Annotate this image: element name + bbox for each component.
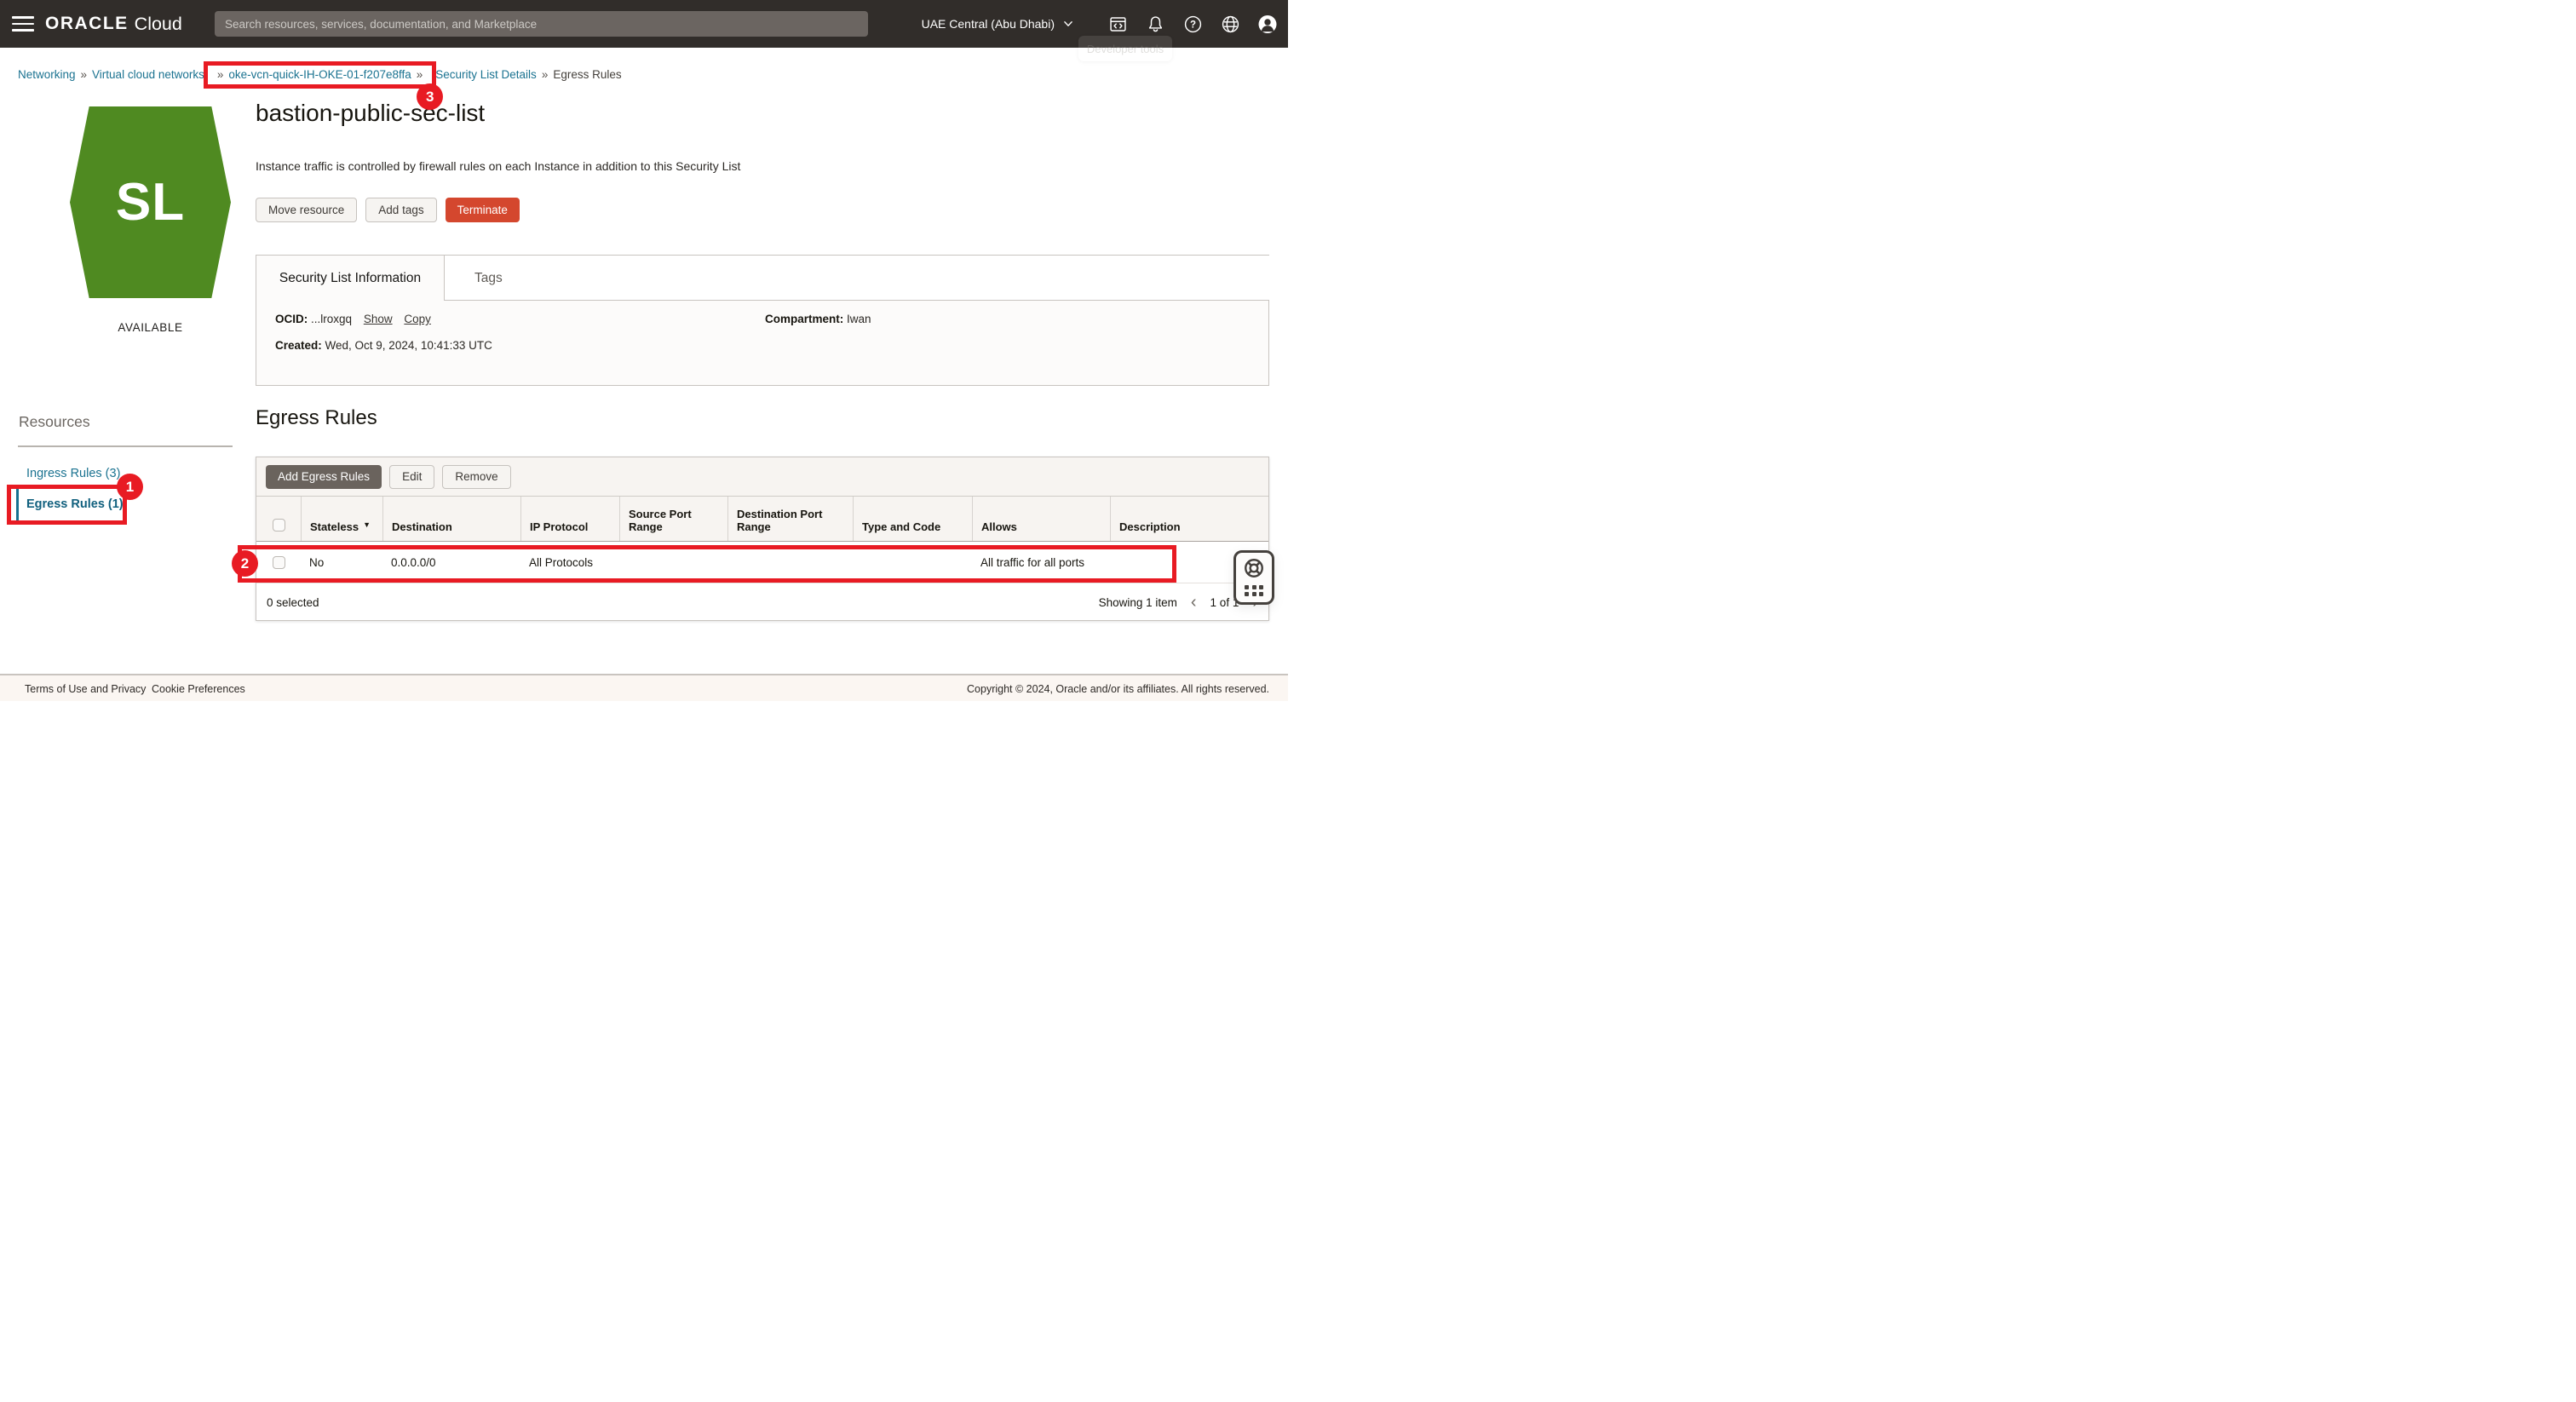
copyright-text: Copyright © 2024, Oracle and/or its affi… — [967, 683, 1269, 695]
sidebar-divider — [18, 445, 233, 447]
breadcrumb-separator: » — [217, 68, 224, 81]
security-list-initials: SL — [116, 172, 185, 233]
tab-security-list-information[interactable]: Security List Information — [256, 256, 445, 301]
select-all-checkbox[interactable] — [273, 519, 285, 531]
breadcrumb-separator: » — [81, 68, 88, 81]
column-header-description: Description — [1110, 497, 1268, 541]
breadcrumb-networking[interactable]: Networking — [18, 68, 76, 81]
ocid-label: OCID: — [275, 313, 308, 325]
svg-text:?: ? — [1189, 20, 1195, 30]
oracle-cloud-logo[interactable]: ORACLE Cloud — [45, 0, 182, 48]
stateless-label: Stateless — [310, 520, 359, 533]
ocid-copy-link[interactable]: Copy — [404, 313, 431, 325]
row-checkbox[interactable] — [273, 556, 285, 569]
row-checkbox-cell — [256, 542, 301, 583]
region-label: UAE Central (Abu Dhabi) — [922, 17, 1055, 31]
compartment-value: Iwan — [847, 313, 871, 325]
cell-source-port-range — [619, 542, 727, 583]
hamburger-menu-icon[interactable] — [12, 14, 34, 33]
resources-heading: Resources — [19, 413, 90, 431]
cell-destination-port-range — [727, 542, 853, 583]
cell-allows: All traffic for all ports — [972, 542, 1110, 583]
column-header-ip-protocol: IP Protocol — [520, 497, 619, 541]
compartment-label: Compartment: — [765, 313, 843, 325]
oracle-cloud-console-page: ORACLE Cloud UAE Central (Abu Dhabi) — [0, 0, 1288, 701]
brand-cloud: Cloud — [135, 14, 182, 35]
egress-rules-panel: Add Egress Rules Edit Remove Stateless ▼… — [256, 457, 1269, 621]
breadcrumb-egress-rules: Egress Rules — [553, 68, 621, 81]
column-header-type-and-code: Type and Code — [853, 497, 972, 541]
header-checkbox-cell — [256, 497, 301, 541]
breadcrumb: Networking » Virtual cloud networks » oke-vc… — [18, 66, 622, 83]
developer-tools-icon[interactable] — [1107, 14, 1128, 34]
column-header-stateless[interactable]: Stateless ▼ — [301, 497, 382, 541]
action-buttons: Move resource Add tags Terminate — [256, 198, 520, 222]
security-list-hexagon-icon: SL — [70, 106, 231, 298]
created-value: Wed, Oct 9, 2024, 10:41:33 UTC — [325, 339, 492, 352]
created-label: Created: — [275, 339, 322, 352]
breadcrumb-vcn-name[interactable]: oke-vcn-quick-IH-OKE-01-f207e8ffa — [228, 68, 411, 81]
page-subtitle: Instance traffic is controlled by firewa… — [256, 159, 740, 173]
add-tags-button[interactable]: Add tags — [365, 198, 436, 222]
breadcrumb-virtual-cloud-networks[interactable]: Virtual cloud networks — [92, 68, 204, 81]
egress-table-header: Stateless ▼ Destination IP Protocol Sour… — [256, 497, 1268, 542]
column-header-destination: Destination — [382, 497, 520, 541]
column-header-destination-port-range: Destination Port Range — [727, 497, 853, 541]
globe-language-icon[interactable] — [1220, 14, 1240, 34]
page-title: bastion-public-sec-list — [256, 100, 485, 127]
cell-type-and-code — [853, 542, 972, 583]
sort-desc-icon: ▼ — [363, 519, 371, 533]
egress-table-footer: 0 selected Showing 1 item ‹ 1 of 1 › — [256, 583, 1268, 621]
move-resource-button[interactable]: Move resource — [256, 198, 357, 222]
status-badge: AVAILABLE — [70, 321, 231, 334]
column-header-allows: Allows — [972, 497, 1110, 541]
remove-button[interactable]: Remove — [442, 465, 510, 489]
terms-of-use-link[interactable]: Terms of Use and Privacy — [25, 683, 146, 695]
cell-ip-protocol: All Protocols — [520, 542, 619, 583]
chevron-left-icon[interactable]: ‹ — [1191, 594, 1197, 611]
created-row: Created: Wed, Oct 9, 2024, 10:41:33 UTC — [275, 339, 492, 352]
ocid-row: OCID: ...lroxgq Show Copy — [275, 313, 431, 325]
tab-tags[interactable]: Tags — [468, 256, 509, 301]
user-avatar-icon[interactable] — [1257, 14, 1278, 34]
developer-tools-tooltip: Developer tools — [1078, 36, 1172, 61]
annotation-box-3: »oke-vcn-quick-IH-OKE-01-f207e8ffa»3 — [204, 61, 436, 89]
cell-destination: 0.0.0.0/0 — [382, 542, 520, 583]
ocid-value: ...lroxgq — [311, 313, 352, 325]
breadcrumb-separator: » — [542, 68, 549, 81]
notifications-bell-icon[interactable] — [1145, 14, 1165, 34]
egress-rules-heading: Egress Rules — [256, 406, 377, 430]
search-input[interactable] — [215, 11, 868, 37]
annotation-circle-1: 1 — [117, 474, 143, 500]
brand-oracle: ORACLE — [45, 14, 129, 34]
showing-items-text: Showing 1 item — [1099, 596, 1177, 609]
grid-dots-icon — [1245, 585, 1263, 597]
annotation-circle-2: 2 — [232, 550, 258, 577]
sidebar-selected-indicator — [16, 489, 19, 521]
egress-toolbar: Add Egress Rules Edit Remove — [256, 457, 1268, 497]
cell-stateless: No — [301, 542, 382, 583]
lifebuoy-icon — [1243, 557, 1265, 583]
edit-button[interactable]: Edit — [389, 465, 434, 489]
chevron-down-icon — [1058, 14, 1078, 34]
ocid-show-link[interactable]: Show — [364, 313, 393, 325]
sidebar-item-egress-rules[interactable]: Egress Rules (1) — [26, 497, 124, 511]
terminate-button[interactable]: Terminate — [446, 198, 520, 222]
cookie-preferences-link[interactable]: Cookie Preferences — [152, 683, 245, 695]
selected-count: 0 selected — [267, 596, 319, 609]
support-widget[interactable] — [1233, 550, 1274, 605]
region-selector[interactable]: UAE Central (Abu Dhabi) — [922, 14, 1078, 34]
add-egress-rules-button[interactable]: Add Egress Rules — [266, 465, 382, 489]
compartment-row: Compartment: Iwan — [765, 313, 871, 325]
sidebar-item-ingress-rules[interactable]: Ingress Rules (3) — [26, 467, 120, 480]
page-footer: Terms of Use and Privacy Cookie Preferen… — [0, 674, 1288, 701]
help-icon[interactable]: ? — [1182, 14, 1203, 34]
breadcrumb-separator: » — [417, 68, 423, 81]
column-header-source-port-range: Source Port Range — [619, 497, 727, 541]
table-row[interactable]: No 0.0.0.0/0 All Protocols All traffic f… — [256, 542, 1268, 583]
breadcrumb-security-list-details[interactable]: Security List Details — [435, 68, 537, 81]
security-list-information-panel: OCID: ...lroxgq Show Copy Created: Wed, … — [256, 300, 1269, 386]
